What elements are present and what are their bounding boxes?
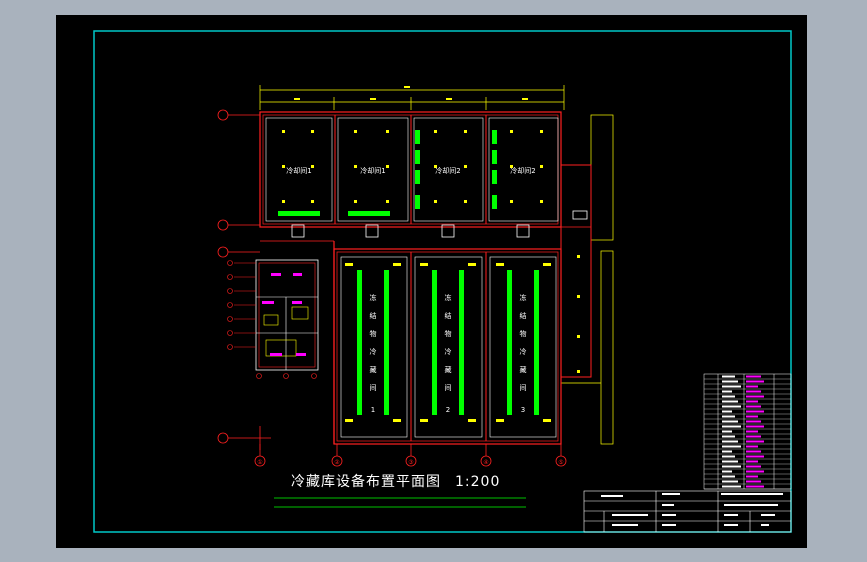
storage-room-label-char: 冷 bbox=[445, 347, 452, 356]
equipment-list-model bbox=[746, 420, 761, 423]
storage-room-number: 1 bbox=[371, 406, 375, 414]
equipment-list-model bbox=[746, 380, 764, 383]
equipment-list-entry bbox=[722, 480, 738, 483]
equipment-list-entry bbox=[722, 450, 732, 453]
equipment-list-model bbox=[746, 400, 758, 403]
drawing-sheet: 冷却间1 冷却间1 冷却间2 冷却间2 冻结物冷藏间 1 冻结物冷藏间 2 冻结物冷藏间 3 ① ② ③… bbox=[56, 15, 807, 548]
storage-room-label-char: 结 bbox=[370, 311, 377, 320]
equipment-list-entry bbox=[722, 485, 741, 488]
equipment-list-model bbox=[746, 390, 761, 393]
equipment-list-entry bbox=[722, 405, 741, 408]
equipment-list-entry bbox=[722, 455, 735, 458]
axis-bubble-label: ④ bbox=[483, 459, 488, 466]
equipment-list-entry bbox=[722, 420, 738, 423]
floor-plan-drawing: 冷却间1 冷却间1 冷却间2 冷却间2冻结物冷藏间1冻结物冷藏间2冻结物冷藏间3① ② ③… bbox=[93, 30, 792, 533]
equipment-list-model bbox=[746, 435, 761, 438]
equipment-list-model bbox=[746, 415, 758, 418]
drawing-title: 冷藏库设备布置平面图 1:200 bbox=[291, 471, 500, 491]
storage-room-label-char: 冷 bbox=[370, 347, 377, 356]
equipment-list-entry bbox=[722, 460, 738, 463]
cooling-room-label: 冷却间2 bbox=[510, 166, 535, 175]
storage-room-label-char: 结 bbox=[445, 311, 452, 320]
cooling-room-label: 冷却间2 bbox=[435, 166, 460, 175]
equipment-list-entry bbox=[722, 400, 738, 403]
equipment-list-entry bbox=[722, 385, 741, 388]
equipment-list-entry bbox=[722, 445, 741, 448]
equipment-list-model bbox=[746, 405, 761, 408]
axis-bubble-label: ⑤ bbox=[558, 459, 563, 466]
storage-room-label-char: 冻 bbox=[445, 293, 452, 302]
equipment-list-model bbox=[746, 375, 761, 378]
equipment-list-entry bbox=[722, 415, 735, 418]
equipment-list-model bbox=[746, 440, 764, 443]
storage-room-label-char: 物 bbox=[520, 329, 527, 338]
equipment-list-model bbox=[746, 395, 764, 398]
storage-room-label-char: 藏 bbox=[370, 365, 377, 374]
storage-room-label-char: 藏 bbox=[445, 365, 452, 374]
equipment-list-model bbox=[746, 425, 764, 428]
equipment-list-entry bbox=[722, 465, 741, 468]
frozen-storage-block bbox=[333, 248, 562, 445]
equipment-list-entry bbox=[722, 410, 732, 413]
cooling-room-label: 冷却间1 bbox=[360, 166, 385, 175]
equipment-list-model bbox=[746, 430, 758, 433]
equipment-list-entry bbox=[722, 475, 735, 478]
equipment-list-model bbox=[746, 410, 764, 413]
right-dimension-lines bbox=[561, 114, 614, 445]
storage-room-number: 3 bbox=[521, 406, 525, 414]
equipment-list-model bbox=[746, 460, 758, 463]
machine-room-dim-ticks bbox=[227, 260, 317, 379]
equipment-list-model bbox=[746, 450, 761, 453]
cooling-room-columns bbox=[282, 130, 543, 203]
equipment-list-model bbox=[746, 480, 761, 483]
drawing-border bbox=[93, 30, 792, 533]
equipment-list-entry bbox=[722, 380, 738, 383]
storage-room-label-char: 结 bbox=[520, 311, 527, 320]
equipment-list-model bbox=[746, 485, 764, 488]
machine-room-tags bbox=[262, 273, 306, 356]
equipment-list-entry bbox=[722, 435, 735, 438]
equipment-list-entry bbox=[722, 440, 738, 443]
drawing-title-text: 冷藏库设备布置平面图 bbox=[291, 474, 441, 490]
axis-bubble-label: ① bbox=[257, 459, 262, 466]
equipment-list-model bbox=[746, 475, 758, 478]
storage-room-number: 2 bbox=[446, 406, 450, 414]
corridor bbox=[260, 164, 592, 444]
frozen-room-coils bbox=[357, 270, 539, 415]
storage-room-label-char: 藏 bbox=[520, 365, 527, 374]
title-underline bbox=[274, 497, 526, 508]
cooling-room-label: 冷却间1 bbox=[286, 166, 311, 175]
storage-room-label-char: 冻 bbox=[370, 293, 377, 302]
equipment-list-entry bbox=[722, 470, 732, 473]
storage-room-label-char: 物 bbox=[370, 329, 377, 338]
equipment-list-model bbox=[746, 455, 764, 458]
storage-room-label-char: 冷 bbox=[520, 347, 527, 356]
machine-room bbox=[255, 259, 319, 371]
storage-room-label-char: 间 bbox=[445, 384, 452, 392]
equipment-list-entry bbox=[722, 430, 732, 433]
equipment-list-entry bbox=[722, 395, 735, 398]
storage-room-label-char: 冻 bbox=[520, 293, 527, 302]
left-axis-bubbles bbox=[217, 109, 229, 444]
equipment-list-model bbox=[746, 470, 764, 473]
drawing-scale: 1:200 bbox=[455, 474, 501, 490]
equipment-list-entry bbox=[722, 375, 735, 378]
equipment-list-model bbox=[746, 465, 761, 468]
equipment-list-entry bbox=[722, 390, 732, 393]
equipment-list-model bbox=[746, 385, 758, 388]
axis-bubble-label: ② bbox=[334, 459, 340, 466]
storage-room-label-char: 物 bbox=[445, 329, 452, 338]
equipment-list-model bbox=[746, 445, 758, 448]
storage-room-label-char: 间 bbox=[520, 384, 527, 392]
equipment-list-entry bbox=[722, 425, 741, 428]
storage-room-label-char: 间 bbox=[370, 384, 377, 392]
axis-bubble-label: ③ bbox=[408, 459, 413, 466]
equipment-list-rows bbox=[704, 375, 791, 490]
top-dimension-chain bbox=[259, 85, 565, 110]
